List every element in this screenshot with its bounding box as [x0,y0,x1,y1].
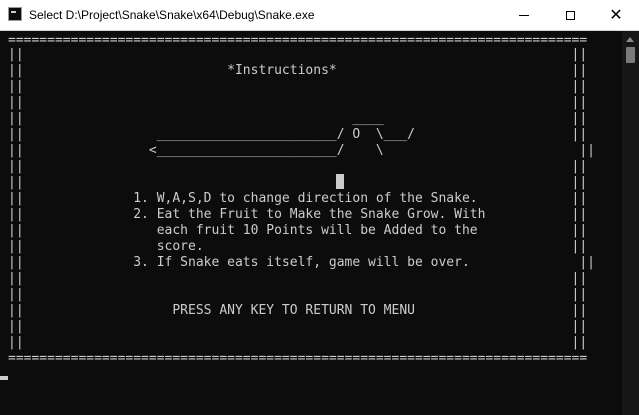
frame-line: || || [8,79,588,94]
snake-art-line: || <_______________________/ \ || [8,143,595,158]
vertical-scrollbar[interactable] [622,31,639,415]
console-cursor-block [336,174,344,189]
scroll-thumb[interactable] [626,47,635,63]
rule-item: || 3. If Snake eats itself, game will be… [8,255,595,270]
console-output[interactable]: ========================================… [0,31,622,415]
menu-prompt: || PRESS ANY KEY TO RETURN TO MENU || [8,303,588,318]
console-cursor [0,376,8,380]
frame-line: || || [8,47,588,62]
frame-line: || || [8,319,588,334]
minimize-icon [519,14,529,16]
close-button[interactable]: ✕ [593,0,639,30]
frame-line: || || [8,287,588,302]
maximize-icon [565,10,575,20]
frame-line: || || [8,335,588,350]
snake-art-line: || _______________________/ O \___/ || [8,127,588,142]
instructions-heading: || *Instructions* || [8,63,588,78]
frame-line: || || [8,159,588,174]
frame-line: || || [8,175,588,190]
rule-item: || 1. W,A,S,D to change direction of the… [8,191,588,206]
minimize-button[interactable] [501,0,547,30]
border-bottom: ========================================… [8,351,588,366]
title-bar[interactable]: Select D:\Project\Snake\Snake\x64\Debug\… [0,0,639,31]
close-icon: ✕ [609,5,623,24]
frame-line: || || [8,271,588,286]
window-title: Select D:\Project\Snake\Snake\x64\Debug\… [29,8,315,22]
scroll-up-arrow-icon[interactable] [626,37,634,42]
frame-line: || || [8,95,588,110]
console-app-icon[interactable] [8,7,22,21]
snake-art-line: || ____ || [8,111,588,126]
rule-item: || 2. Eat the Fruit to Make the Snake Gr… [8,207,588,222]
maximize-button[interactable] [547,0,593,30]
rule-item: || each fruit 10 Points will be Added to… [8,223,588,238]
rule-item: || score. || [8,239,588,254]
